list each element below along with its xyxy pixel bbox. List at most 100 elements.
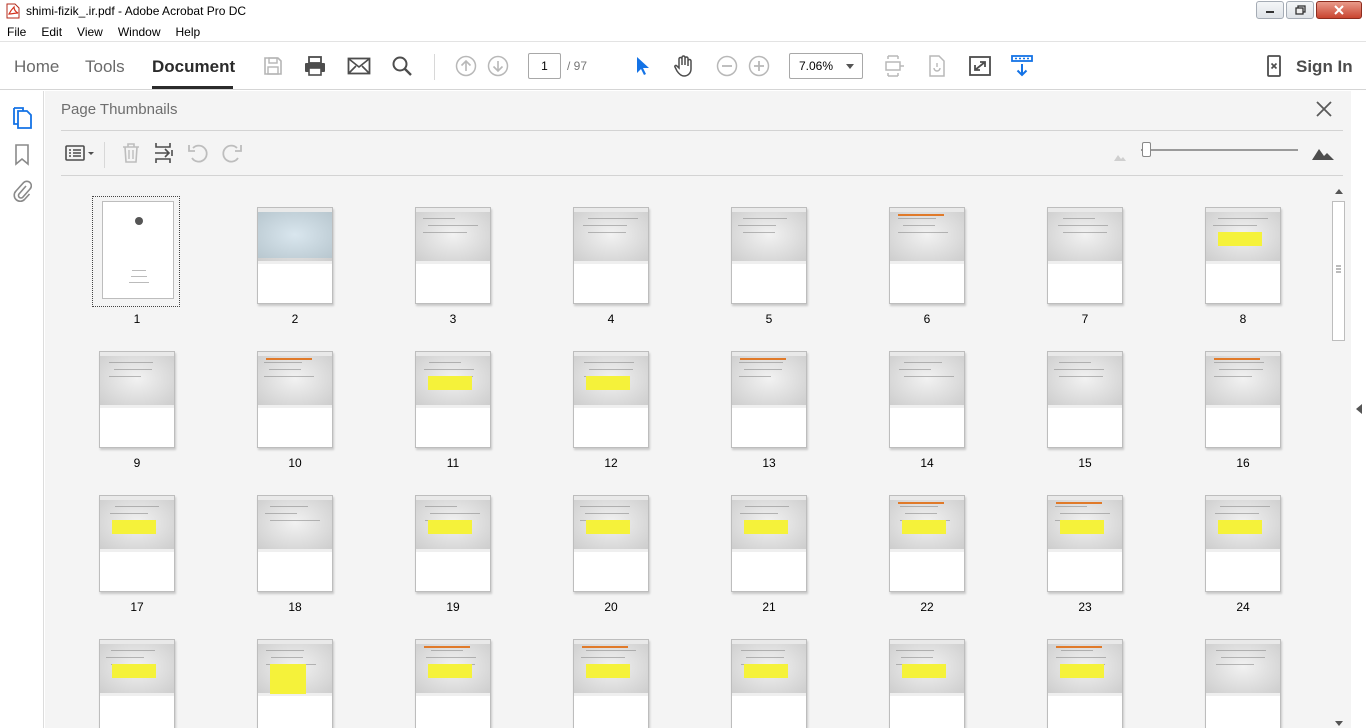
- thumbnail-page-image: [889, 207, 965, 304]
- thumbnail-page-number: 1: [133, 312, 141, 326]
- search-icon[interactable]: [390, 54, 414, 78]
- thumbnail-page-image: [731, 351, 807, 448]
- thumbnail-page-number: 8: [1239, 312, 1247, 326]
- thumbnail-page-image: [1047, 351, 1123, 448]
- thumbnail-page-image: [731, 495, 807, 592]
- thumbnail-page-image: [1047, 639, 1123, 728]
- zoom-in-icon[interactable]: [747, 54, 771, 78]
- toolbar-divider: [434, 54, 435, 80]
- thumbnail-page-image: [1205, 351, 1281, 448]
- menu-file[interactable]: File: [0, 25, 34, 39]
- tab-document[interactable]: Document: [152, 57, 235, 77]
- right-pane-strip: [1351, 91, 1366, 728]
- sign-in-link[interactable]: Sign In: [1296, 57, 1353, 77]
- scroll-up-icon[interactable]: [1335, 189, 1343, 194]
- thumbnail-page-number: 11: [446, 456, 460, 470]
- thumbnail-page-number: 12: [604, 456, 618, 470]
- close-window-button[interactable]: [1316, 1, 1362, 19]
- delete-icon[interactable]: [119, 141, 143, 165]
- thumbnail-page-image: [573, 495, 649, 592]
- thumbnail-page-number: 23: [1078, 600, 1092, 614]
- thumbnail-page-image: [889, 495, 965, 592]
- zoom-out-icon[interactable]: [715, 54, 739, 78]
- bookmarks-icon[interactable]: [11, 143, 33, 167]
- zoom-dropdown[interactable]: 7.06%: [789, 53, 863, 79]
- menu-window[interactable]: Window: [111, 25, 169, 39]
- page-number-input[interactable]: 1: [528, 53, 561, 79]
- email-icon[interactable]: [347, 54, 371, 78]
- fit-page-icon[interactable]: [882, 54, 906, 78]
- thumbnail-page-image: [1205, 639, 1281, 728]
- close-panel-icon[interactable]: [1314, 99, 1334, 119]
- menu-bar: File Edit View Window Help: [0, 22, 1366, 42]
- thumbnail-page-image: [573, 351, 649, 448]
- thumbnail-page-image: [1205, 207, 1281, 304]
- thumbnail-page-number: 6: [923, 312, 931, 326]
- thumbnail-page-image: [1047, 495, 1123, 592]
- vertical-scrollbar[interactable]: [1331, 186, 1346, 728]
- thumbnail-page-image: [731, 207, 807, 304]
- tab-home[interactable]: Home: [14, 57, 59, 77]
- thumbnail-page-number: 4: [607, 312, 615, 326]
- thumbnail-page-image: [573, 207, 649, 304]
- rotate-page-icon[interactable]: [925, 54, 949, 78]
- panel-tool-divider: [104, 142, 105, 168]
- thumbnail-grid: 1234567891011121314151617181920212223242…: [61, 186, 1331, 728]
- thumbnail-size-slider-thumb[interactable]: [1142, 142, 1151, 157]
- insert-page-icon[interactable]: [152, 141, 176, 165]
- thumbnail-page-image: [1205, 495, 1281, 592]
- scroll-down-icon[interactable]: [1335, 721, 1343, 726]
- thumbnail-page-number: 14: [920, 456, 934, 470]
- options-menu-icon[interactable]: [63, 141, 97, 165]
- acrobat-pdf-icon: [6, 3, 20, 19]
- zoom-value: 7.06%: [799, 59, 834, 73]
- thumbnail-page-number: 19: [446, 600, 460, 614]
- select-cursor-icon[interactable]: [630, 54, 654, 78]
- thumbnail-page-image: [257, 639, 333, 728]
- print-icon[interactable]: [303, 54, 327, 78]
- thumbnail-page-number: 5: [765, 312, 773, 326]
- thumbnail-page-image: [1047, 207, 1123, 304]
- hand-icon[interactable]: [672, 54, 696, 78]
- thumbnail-page-image: [257, 495, 333, 592]
- expand-right-pane-icon[interactable]: [1356, 404, 1362, 414]
- restore-button[interactable]: [1286, 1, 1314, 19]
- active-tab-indicator: [152, 86, 233, 89]
- attachments-icon[interactable]: [11, 179, 33, 203]
- chevron-down-icon: [846, 64, 854, 69]
- mobile-link-icon[interactable]: [1262, 54, 1286, 78]
- page-total-label: / 97: [567, 59, 588, 73]
- scroll-mode-icon[interactable]: [1010, 54, 1034, 78]
- thumbnail-page-number: 15: [1078, 456, 1092, 470]
- thumbnail-page-number: 22: [920, 600, 934, 614]
- tab-tools[interactable]: Tools: [85, 57, 125, 77]
- scrollbar-thumb[interactable]: [1332, 201, 1345, 341]
- thumbnail-page-image: [415, 351, 491, 448]
- menu-view[interactable]: View: [70, 25, 111, 39]
- small-thumbnail-icon[interactable]: [1108, 145, 1132, 169]
- save-icon[interactable]: [261, 54, 285, 78]
- redo-icon[interactable]: [220, 141, 244, 165]
- thumbnail-page-number: 13: [762, 456, 776, 470]
- thumbnail-page-number: 18: [288, 600, 302, 614]
- thumbnail-page-number: 9: [133, 456, 141, 470]
- full-screen-icon[interactable]: [968, 54, 992, 78]
- thumbnail-page-image: [257, 207, 333, 304]
- prev-page-icon[interactable]: [454, 54, 478, 78]
- undo-icon[interactable]: [186, 141, 210, 165]
- thumbnail-page-image: [257, 351, 333, 448]
- thumbnail-page-number: 21: [762, 600, 776, 614]
- minimize-button[interactable]: [1256, 1, 1284, 19]
- page-thumbnails-panel: Page Thumbnails 1 2 3 4 5 6 7 8 9 10 11 12 13 14 15 16 1…: [45, 91, 1351, 728]
- thumbnail-page-image: [731, 639, 807, 728]
- menu-edit[interactable]: Edit: [34, 25, 70, 39]
- thumbnail-page-image: [573, 639, 649, 728]
- left-nav-pane: [0, 91, 44, 728]
- thumbnail-page-number: 16: [1236, 456, 1250, 470]
- window-title: shimi-fizik_.ir.pdf - Adobe Acrobat Pro …: [26, 4, 247, 18]
- page-thumbnails-icon[interactable]: [11, 106, 33, 130]
- next-page-icon[interactable]: [486, 54, 510, 78]
- large-thumbnail-icon[interactable]: [1311, 141, 1335, 165]
- menu-help[interactable]: Help: [169, 25, 209, 39]
- thumbnail-size-slider-track[interactable]: [1141, 149, 1298, 151]
